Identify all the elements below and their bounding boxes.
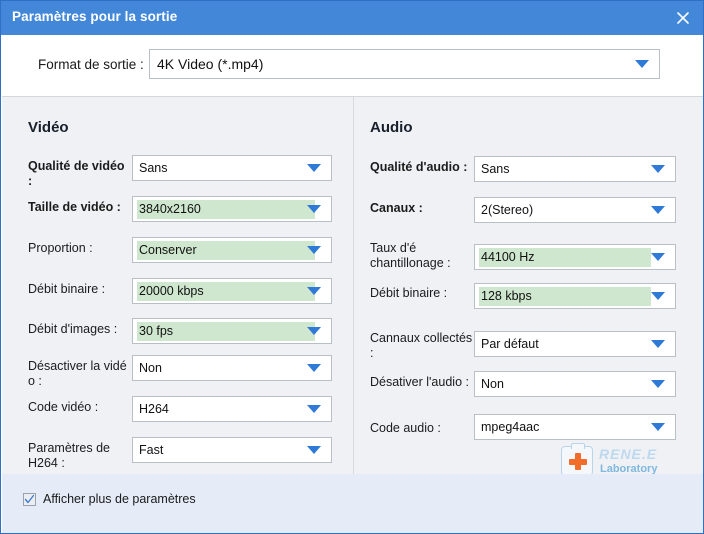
video-setting-value: Sans	[139, 161, 168, 175]
audio-setting-label: Qualité d'audio :	[370, 160, 468, 174]
video-setting-label: Code vidéo :	[28, 400, 99, 414]
output-format-section: Format de sortie : 4K Video (*.mp4)	[2, 35, 703, 97]
audio-setting-value: 128 kbps	[479, 287, 651, 306]
chevron-down-icon	[307, 446, 321, 454]
rene-e-laboratory-watermark: RENE.E Laboratory	[561, 443, 693, 474]
audio-setting-label: Débit binaire :	[370, 286, 448, 300]
chevron-down-icon	[651, 340, 665, 348]
audio-setting-value: Sans	[481, 162, 510, 176]
settings-panel: Vidéo Audio Qualité de vidéo : Sans Taille…	[2, 97, 703, 474]
chevron-down-icon	[307, 405, 321, 413]
watermark-subtitle: Laboratory	[600, 463, 658, 474]
video-setting-label: Désactiver la vidé o :	[28, 359, 127, 388]
video-setting-value: Non	[139, 361, 162, 375]
output-format-label: Format de sortie :	[38, 57, 144, 72]
audio-setting-select[interactable]: 2(Stereo)	[474, 197, 676, 223]
audio-setting-label: Taux d'é chantillonage :	[370, 241, 451, 270]
audio-setting-value: 44100 Hz	[479, 248, 651, 267]
audio-setting-value: mpeg4aac	[481, 420, 540, 434]
video-setting-value: 20000 kbps	[137, 282, 315, 301]
video-section-title: Vidéo	[28, 119, 69, 136]
show-more-settings-label: Afficher plus de paramètres	[43, 492, 196, 506]
audio-setting-label: Désativer l'audio :	[370, 375, 469, 389]
audio-setting-select[interactable]: Non	[474, 371, 676, 397]
chevron-down-icon	[307, 364, 321, 372]
title-bar: Paramètres pour la sortie	[1, 1, 703, 35]
audio-setting-select[interactable]: 128 kbps	[474, 283, 676, 309]
video-setting-value: 30 fps	[137, 322, 315, 341]
close-icon[interactable]	[669, 5, 697, 31]
video-setting-label: Débit d'images :	[28, 322, 118, 336]
video-setting-select[interactable]: 3840x2160	[132, 196, 332, 222]
audio-setting-select[interactable]: 44100 Hz	[474, 244, 676, 270]
dialog-title: Paramètres pour la sortie	[12, 9, 178, 24]
chevron-down-icon	[651, 423, 665, 431]
audio-setting-select[interactable]: mpeg4aac	[474, 414, 676, 440]
chevron-down-icon	[651, 206, 665, 214]
video-setting-select[interactable]: H264	[132, 396, 332, 422]
chevron-down-icon	[651, 165, 665, 173]
checkbox-box	[23, 492, 36, 506]
output-format-select[interactable]: 4K Video (*.mp4)	[149, 49, 660, 79]
audio-setting-select[interactable]: Par défaut	[474, 331, 676, 357]
output-settings-dialog: Paramètres pour la sortie Format de sort…	[0, 0, 704, 534]
chevron-down-icon	[307, 164, 321, 172]
chevron-down-icon	[651, 253, 665, 261]
audio-setting-label: Cannaux collectés :	[370, 331, 473, 360]
chevron-down-icon	[651, 292, 665, 300]
audio-setting-value: 2(Stereo)	[481, 203, 534, 217]
video-setting-value: Fast	[139, 443, 164, 457]
chevron-down-icon	[651, 380, 665, 388]
chevron-down-icon	[307, 246, 321, 254]
chevron-down-icon	[307, 205, 321, 213]
audio-setting-label: Code audio :	[370, 421, 441, 435]
output-format-value: 4K Video (*.mp4)	[157, 56, 264, 72]
video-setting-label: Paramètres de H264 :	[28, 441, 110, 470]
audio-setting-value: Non	[481, 377, 504, 391]
video-setting-value: 3840x2160	[137, 200, 315, 219]
video-setting-label: Proportion :	[28, 241, 93, 255]
video-setting-label: Taille de vidéo :	[28, 200, 121, 214]
column-divider	[353, 97, 354, 474]
video-setting-select[interactable]: 20000 kbps	[132, 278, 332, 304]
audio-setting-label: Canaux :	[370, 201, 423, 215]
video-setting-select[interactable]: Non	[132, 355, 332, 381]
first-aid-kit-icon	[561, 443, 593, 474]
show-more-settings-checkbox[interactable]: Afficher plus de paramètres	[23, 492, 196, 506]
video-setting-select[interactable]: Conserver	[132, 237, 332, 263]
audio-section-title: Audio	[370, 119, 413, 136]
chevron-down-icon	[307, 327, 321, 335]
watermark-brand: RENE.E	[599, 446, 658, 462]
chevron-down-icon	[307, 287, 321, 295]
dialog-footer: Afficher plus de paramètres Enregistrer …	[2, 474, 703, 533]
video-setting-select[interactable]: Fast	[132, 437, 332, 463]
video-setting-value: H264	[139, 402, 169, 416]
video-setting-select[interactable]: Sans	[132, 155, 332, 181]
cross-icon	[569, 453, 587, 470]
audio-setting-value: Par défaut	[481, 337, 539, 351]
video-setting-value: Conserver	[137, 241, 315, 260]
video-setting-label: Qualité de vidéo :	[28, 159, 125, 188]
chevron-down-icon	[635, 60, 649, 68]
video-setting-select[interactable]: 30 fps	[132, 318, 332, 344]
checkmark-icon	[24, 494, 35, 503]
audio-setting-select[interactable]: Sans	[474, 156, 676, 182]
video-setting-label: Débit binaire :	[28, 282, 106, 296]
